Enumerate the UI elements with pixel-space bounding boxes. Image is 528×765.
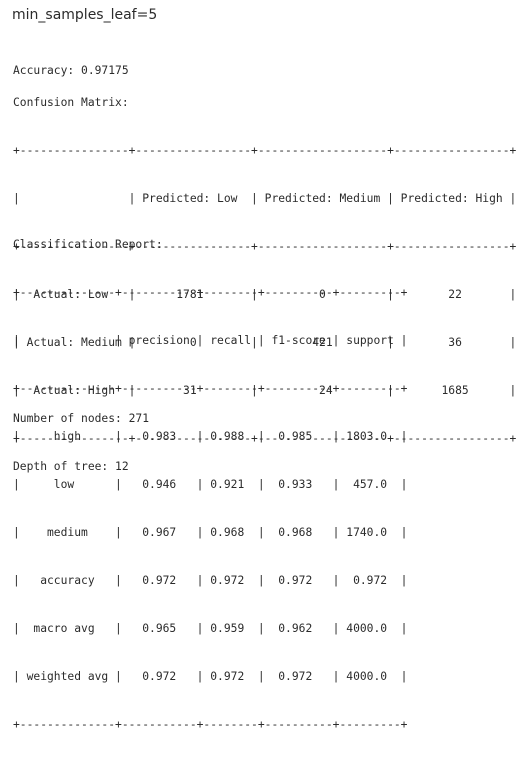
node-count-line: Number of nodes: 271 xyxy=(13,412,150,425)
notebook-output-cell: min_samples_leaf=5 Accuracy: 0.97175 Con… xyxy=(0,0,528,731)
table-header-row: | | precision | recall | f1-score | supp… xyxy=(13,334,408,347)
table-border: +--------------+-----------+--------+---… xyxy=(13,718,408,731)
table-row: | medium | 0.967 | 0.968 | 0.968 | 1740.… xyxy=(13,526,408,539)
table-row: | accuracy | 0.972 | 0.972 | 0.972 | 0.9… xyxy=(13,574,408,587)
confusion-matrix-title: Confusion Matrix: xyxy=(13,96,129,109)
table-border: +----------------+-----------------+----… xyxy=(13,144,517,157)
tree-stats-output: Number of nodes: 271 Depth of tree: 12 xyxy=(13,379,149,507)
output-heading: min_samples_leaf=5 xyxy=(12,7,158,23)
classification-report-title: Classification Report: xyxy=(13,238,163,251)
table-row: | macro avg | 0.965 | 0.959 | 0.962 | 40… xyxy=(13,622,408,635)
tree-depth-line: Depth of tree: 12 xyxy=(13,460,129,473)
table-border: +--------------+-----------+--------+---… xyxy=(13,286,408,299)
table-row: | weighted avg | 0.972 | 0.972 | 0.972 |… xyxy=(13,670,408,683)
